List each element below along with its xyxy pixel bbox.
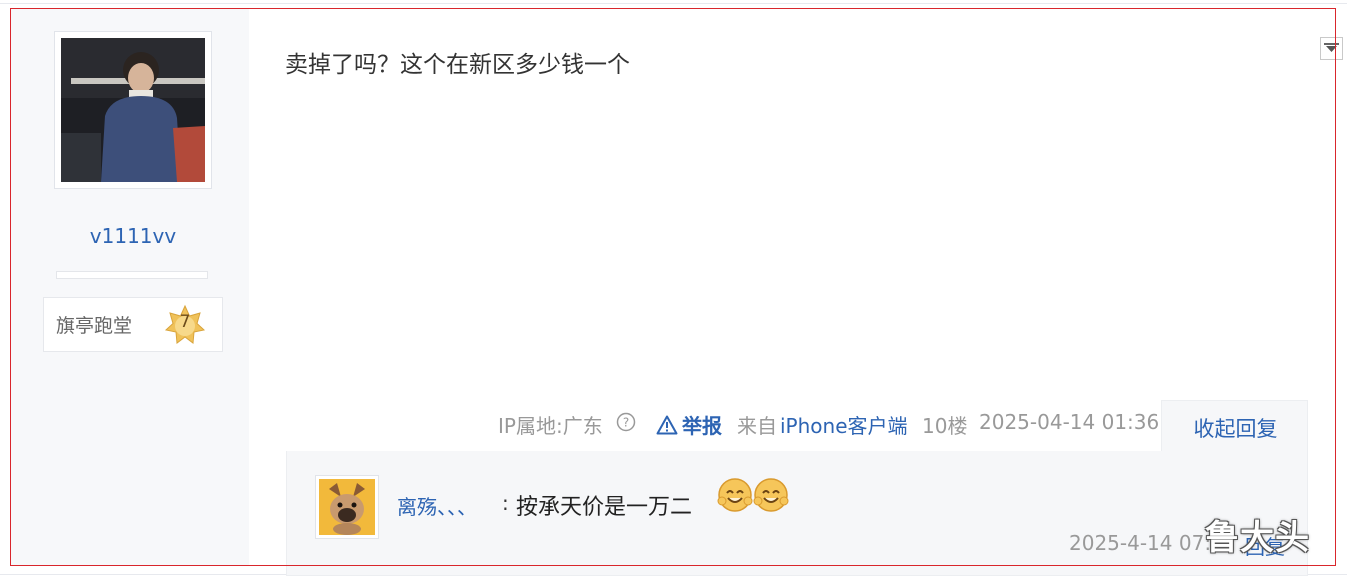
watermark: 鲁大头 — [1205, 518, 1310, 558]
page-top-divider — [0, 3, 1347, 4]
post-highlight-frame — [10, 8, 1336, 566]
